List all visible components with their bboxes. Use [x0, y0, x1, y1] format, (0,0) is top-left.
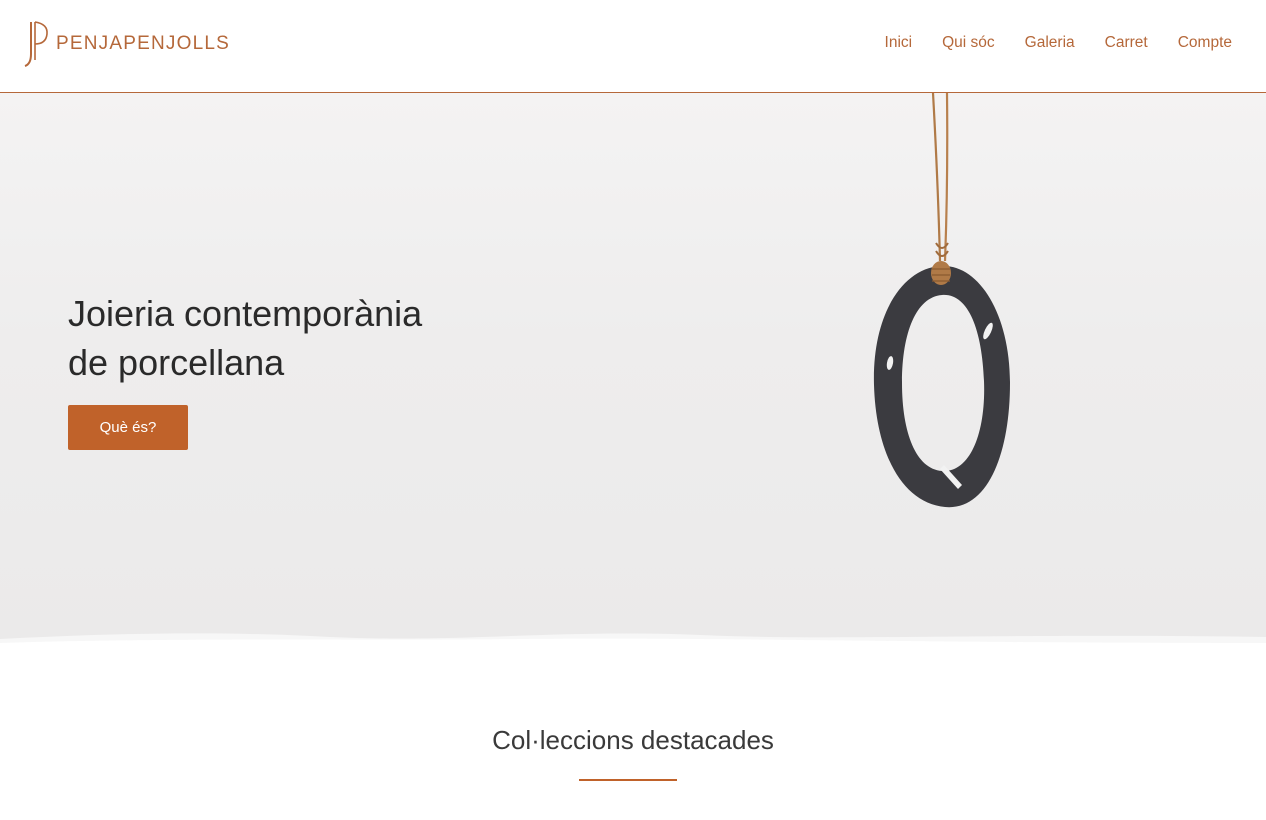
nav-item-qui-soc[interactable]: Qui sóc — [942, 32, 995, 54]
hero-wave-divider — [0, 633, 1266, 643]
section-divider — [579, 779, 677, 781]
hero-title-line-1: Joieria contemporània — [68, 293, 423, 334]
site-logo[interactable]: PENJAPENJOLLS — [22, 20, 230, 68]
nav-item-galeria[interactable]: Galeria — [1025, 32, 1075, 54]
nav-item-carret[interactable]: Carret — [1105, 32, 1148, 54]
logo-wordmark: PENJAPENJOLLS — [56, 33, 230, 54]
hero-banner: Joieria contemporània de porcellana Què … — [0, 93, 1266, 643]
featured-collections-title: Col·leccions destacades — [492, 725, 774, 755]
jp-monogram-icon — [24, 21, 48, 67]
porcelain-pendant-image — [873, 93, 1010, 508]
nav-item-compte[interactable]: Compte — [1178, 32, 1232, 54]
hero-title: Joieria contemporània de porcellana — [68, 289, 528, 387]
hero-title-line-2: de porcellana — [68, 342, 285, 383]
que-es-button[interactable]: Què és? — [68, 405, 188, 450]
site-header: PENJAPENJOLLS Inici Qui sóc Galeria Carr… — [0, 0, 1266, 93]
main-nav: Inici Qui sóc Galeria Carret Compte — [855, 32, 1232, 54]
nav-item-inici[interactable]: Inici — [885, 32, 913, 54]
